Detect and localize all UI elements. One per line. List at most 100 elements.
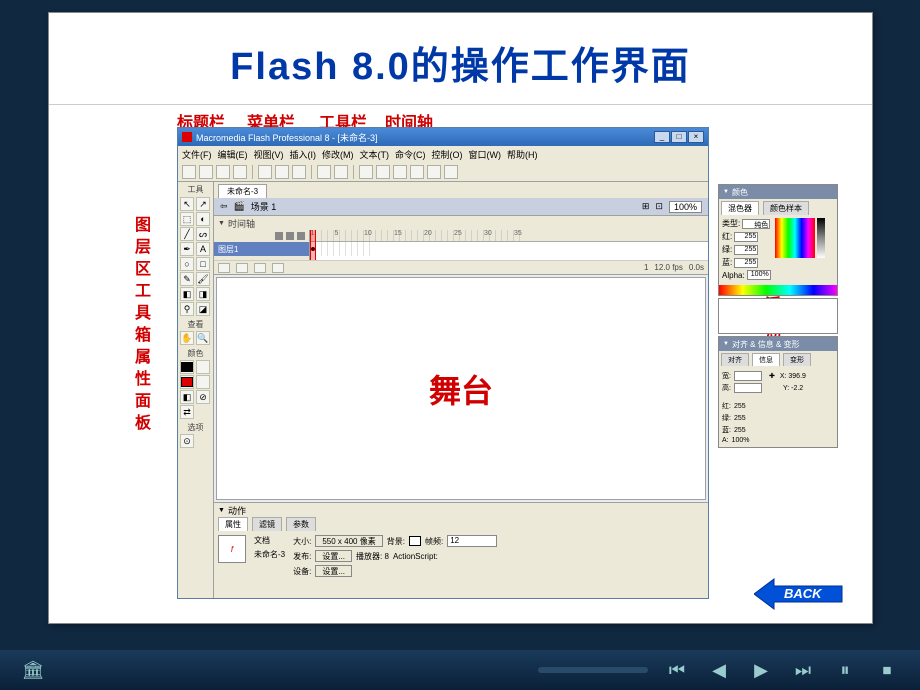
minimize-button[interactable]: _ — [654, 131, 670, 143]
stroke-color[interactable] — [180, 360, 194, 374]
swap-colors-button[interactable]: ⇄ — [180, 405, 194, 419]
pen-tool[interactable]: ✒ — [180, 242, 194, 256]
tab-info[interactable]: 信息 — [752, 353, 780, 366]
snap-option[interactable]: ⊙ — [180, 434, 194, 448]
black-white-button[interactable]: ◧ — [180, 390, 194, 404]
text-tool[interactable]: A — [196, 242, 210, 256]
first-button[interactable]: ⏮ — [664, 657, 690, 683]
next-button[interactable]: ▶ — [748, 657, 774, 683]
device-button[interactable]: 设置... — [315, 565, 352, 577]
align-panel-header[interactable]: 对齐 & 信息 & 变形 — [719, 337, 837, 351]
copy-button[interactable] — [275, 165, 289, 179]
hand-tool[interactable]: ✋ — [180, 331, 194, 345]
menu-help[interactable]: 帮助(H) — [507, 148, 538, 161]
menu-control[interactable]: 控制(O) — [432, 148, 463, 161]
eyedropper-tool[interactable]: ⚲ — [180, 302, 194, 316]
fill-color[interactable] — [180, 375, 194, 389]
playhead[interactable] — [310, 230, 316, 260]
snap-button[interactable] — [359, 165, 373, 179]
eraser-tool[interactable]: ◪ — [196, 302, 210, 316]
stop-button[interactable]: ⏹ — [874, 657, 900, 683]
open-button[interactable] — [199, 165, 213, 179]
add-folder-button[interactable] — [254, 263, 266, 273]
add-layer-button[interactable] — [218, 263, 230, 273]
menu-view[interactable]: 视图(V) — [254, 148, 284, 161]
line-tool[interactable]: ╱ — [180, 227, 194, 241]
pause-button[interactable]: ⏸ — [832, 657, 858, 683]
green-input[interactable]: 255 — [734, 245, 758, 255]
blue-input[interactable]: 255 — [734, 258, 758, 268]
oval-tool[interactable]: ○ — [180, 257, 194, 271]
maximize-button[interactable]: □ — [671, 131, 687, 143]
tab-align[interactable]: 对齐 — [721, 353, 749, 366]
eye-icon[interactable] — [275, 232, 283, 240]
fps-field[interactable]: 12 — [447, 535, 497, 547]
tab-swatches[interactable]: 颜色样本 — [763, 201, 809, 215]
print-button[interactable] — [233, 165, 247, 179]
tab-mixer[interactable]: 混色器 — [721, 201, 759, 215]
lasso-tool[interactable]: ᔕ — [196, 227, 210, 241]
redo-button[interactable] — [334, 165, 348, 179]
color-picker[interactable] — [775, 218, 815, 258]
pencil-tool[interactable]: ✎ — [180, 272, 194, 286]
bg-color-swatch[interactable] — [409, 536, 421, 546]
color-panel-header[interactable]: 颜色 — [719, 185, 837, 199]
tab-properties[interactable]: 属性 — [218, 517, 248, 531]
paint-bucket-tool[interactable]: ◨ — [196, 287, 210, 301]
last-button[interactable]: ⏭ — [790, 657, 816, 683]
document-tab[interactable]: 未命名-3 — [218, 184, 267, 198]
menu-text[interactable]: 文本(T) — [360, 148, 390, 161]
stage[interactable]: 舞台 — [216, 277, 706, 500]
menu-modify[interactable]: 修改(M) — [322, 148, 354, 161]
outline-icon[interactable] — [297, 232, 305, 240]
new-button[interactable] — [182, 165, 196, 179]
timeline-header[interactable]: 时间轴 — [214, 216, 708, 230]
back-icon[interactable]: ⇦ — [220, 201, 228, 212]
rectangle-tool[interactable]: □ — [196, 257, 210, 271]
smooth-button[interactable] — [376, 165, 390, 179]
actions-header[interactable]: 动作 — [214, 503, 708, 517]
hue-slider[interactable] — [817, 218, 825, 258]
frame-track[interactable] — [310, 242, 708, 256]
publish-button[interactable]: 设置... — [315, 550, 352, 562]
free-transform-tool[interactable]: ⬚ — [180, 212, 194, 226]
undo-button[interactable] — [317, 165, 331, 179]
gradient-tool[interactable]: ◐ — [196, 212, 210, 226]
menu-window[interactable]: 窗口(W) — [469, 148, 502, 161]
size-button[interactable]: 550 x 400 像素 — [315, 535, 382, 547]
home-icon[interactable]: 🏛 — [20, 657, 46, 683]
brush-tool[interactable]: 🖌 — [196, 272, 210, 286]
paste-button[interactable] — [292, 165, 306, 179]
lock-icon[interactable] — [286, 232, 294, 240]
alpha-input[interactable]: 100% — [747, 270, 771, 280]
back-button[interactable]: BACK — [754, 577, 844, 611]
scene-name[interactable]: 场景 1 — [251, 200, 277, 213]
type-select[interactable]: 纯色 — [742, 219, 770, 229]
subselection-tool[interactable]: ↗ — [196, 197, 210, 211]
add-guide-button[interactable] — [236, 263, 248, 273]
tab-parameters[interactable]: 参数 — [286, 517, 316, 531]
tab-transform[interactable]: 变形 — [783, 353, 811, 366]
menu-insert[interactable]: 插入(I) — [290, 148, 317, 161]
red-input[interactable]: 255 — [734, 232, 758, 242]
edit-symbols-icon[interactable]: ⊡ — [655, 201, 663, 212]
tab-filters[interactable]: 滤镜 — [252, 517, 282, 531]
scale-button[interactable] — [427, 165, 441, 179]
menu-commands[interactable]: 命令(C) — [395, 148, 426, 161]
straighten-button[interactable] — [393, 165, 407, 179]
save-button[interactable] — [216, 165, 230, 179]
no-color-button[interactable]: ⊘ — [196, 390, 210, 404]
edit-scene-icon[interactable]: ⊞ — [642, 201, 650, 212]
cut-button[interactable] — [258, 165, 272, 179]
zoom-level[interactable]: 100% — [669, 201, 702, 213]
ink-bottle-tool[interactable]: ◧ — [180, 287, 194, 301]
layer-row[interactable]: 图层1 — [214, 242, 309, 256]
zoom-tool[interactable]: 🔍 — [196, 331, 210, 345]
width-field[interactable] — [734, 371, 762, 381]
progress-bar[interactable] — [538, 667, 648, 673]
stroke-color-swatch[interactable] — [196, 360, 210, 374]
selection-tool[interactable]: ↖ — [180, 197, 194, 211]
rotate-button[interactable] — [410, 165, 424, 179]
menu-file[interactable]: 文件(F) — [182, 148, 212, 161]
menu-edit[interactable]: 编辑(E) — [218, 148, 248, 161]
